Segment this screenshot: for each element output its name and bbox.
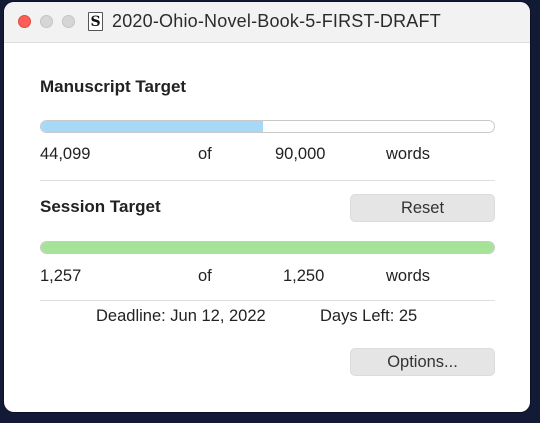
reset-button[interactable]: Reset <box>350 194 495 222</box>
options-button[interactable]: Options... <box>350 348 495 376</box>
project-targets-window: S 2020-Ohio-Novel-Book-5-FIRST-DRAFT Man… <box>4 2 530 412</box>
minimize-window-button[interactable] <box>40 15 53 28</box>
divider <box>40 300 495 301</box>
session-progress-bar <box>40 241 495 254</box>
manuscript-progress-fill <box>41 121 263 132</box>
manuscript-unit-select[interactable]: words <box>386 145 430 164</box>
session-progress-fill <box>41 242 494 253</box>
manuscript-current-count: 44,099 <box>40 145 91 163</box>
session-current-count: 1,257 <box>40 267 82 285</box>
session-unit-select[interactable]: words <box>386 267 430 286</box>
manuscript-target-heading: Manuscript Target <box>40 77 187 96</box>
window-title: 2020-Ohio-Novel-Book-5-FIRST-DRAFT <box>112 11 441 31</box>
days-left-label: Days Left: 25 <box>320 307 418 325</box>
document-proxy-icon[interactable]: S <box>88 12 103 31</box>
close-window-button[interactable] <box>18 15 31 28</box>
zoom-window-button[interactable] <box>62 15 75 28</box>
session-target-count[interactable]: 1,250 <box>283 267 324 286</box>
divider <box>40 180 495 181</box>
title-bar[interactable]: S 2020-Ohio-Novel-Book-5-FIRST-DRAFT <box>4 2 530 43</box>
manuscript-progress-bar <box>40 120 495 133</box>
session-of-label: of <box>198 267 212 285</box>
manuscript-of-label: of <box>198 145 212 163</box>
manuscript-target-count[interactable]: 90,000 <box>275 145 325 164</box>
deadline-label: Deadline: Jun 12, 2022 <box>96 307 266 325</box>
session-target-heading: Session Target <box>40 197 161 216</box>
